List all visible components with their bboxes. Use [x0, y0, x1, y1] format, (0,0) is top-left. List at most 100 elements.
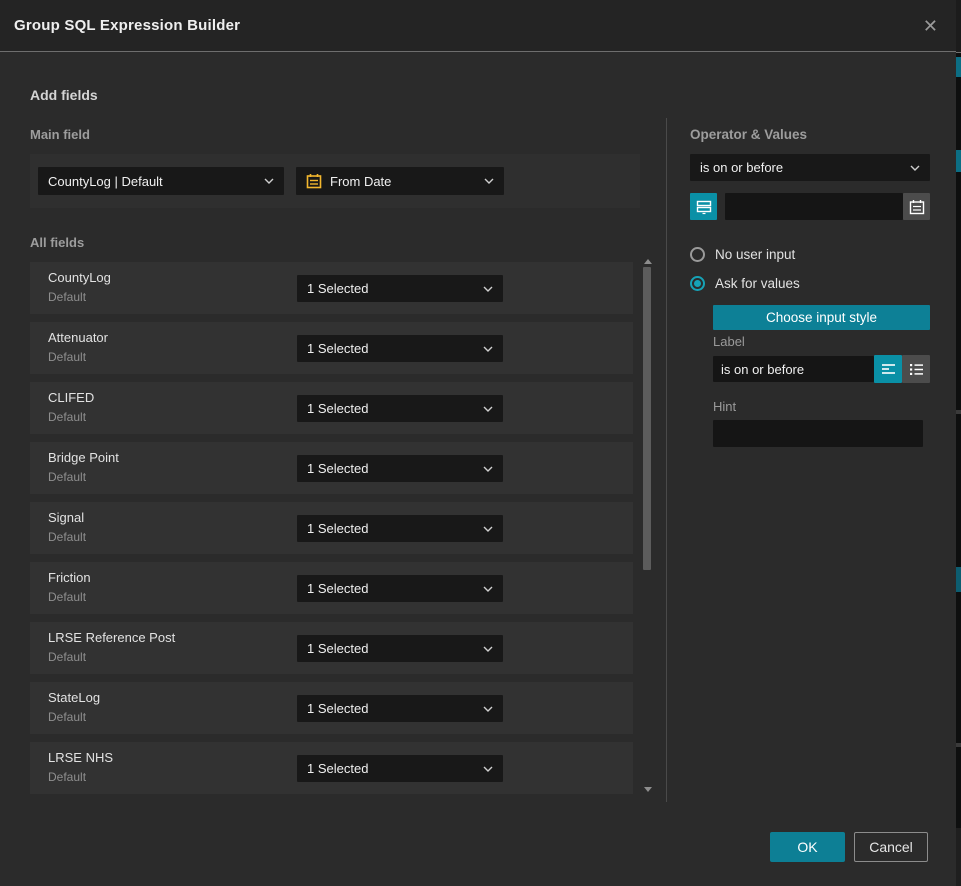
chevron-down-icon: [483, 766, 493, 772]
calendar-icon: [306, 173, 322, 189]
field-row: LRSE Reference Post Default 1 Selected: [30, 622, 633, 674]
operator-select[interactable]: is on or before: [690, 154, 930, 181]
cancel-button[interactable]: Cancel: [854, 832, 928, 862]
field-values-select[interactable]: 1 Selected: [297, 395, 503, 422]
field-name: LRSE NHS: [48, 750, 113, 765]
calendar-icon: [909, 199, 925, 215]
main-field-row: CountyLog | Default From Date: [30, 154, 640, 208]
field-name: Signal: [48, 510, 84, 525]
value-input[interactable]: [725, 193, 903, 220]
align-left-icon: [881, 363, 896, 376]
field-values-select[interactable]: 1 Selected: [297, 275, 503, 302]
field-values-select-value: 1 Selected: [307, 281, 368, 296]
field-values-select-value: 1 Selected: [307, 341, 368, 356]
field-subtitle: Default: [48, 650, 86, 664]
field-values-select-value: 1 Selected: [307, 521, 368, 536]
field-values-select[interactable]: 1 Selected: [297, 335, 503, 362]
main-field-select[interactable]: From Date: [296, 167, 504, 195]
label-field-label: Label: [713, 334, 745, 349]
main-field-heading: Main field: [30, 127, 90, 142]
field-subtitle: Default: [48, 350, 86, 364]
chevron-down-icon: [483, 706, 493, 712]
ok-button[interactable]: OK: [770, 832, 845, 862]
field-values-select[interactable]: 1 Selected: [297, 635, 503, 662]
field-name: Bridge Point: [48, 450, 119, 465]
field-values-select[interactable]: 1 Selected: [297, 515, 503, 542]
main-field-select-value: From Date: [330, 174, 391, 189]
field-subtitle: Default: [48, 590, 86, 604]
dialog-header: Group SQL Expression Builder ✕: [0, 0, 956, 52]
radio-no-user-input[interactable]: No user input: [690, 244, 795, 264]
field-subtitle: Default: [48, 770, 86, 784]
chevron-down-icon: [483, 526, 493, 532]
field-name: CLIFED: [48, 390, 94, 405]
chevron-down-icon: [264, 178, 274, 184]
operator-select-value: is on or before: [700, 160, 783, 175]
chevron-down-icon: [910, 165, 920, 171]
choose-input-style-button[interactable]: Choose input style: [713, 305, 930, 330]
radio-circle: [690, 247, 705, 262]
background-edge-strip: [956, 0, 961, 886]
field-name: LRSE Reference Post: [48, 630, 175, 645]
field-subtitle: Default: [48, 470, 86, 484]
field-row: Bridge Point Default 1 Selected: [30, 442, 633, 494]
field-subtitle: Default: [48, 710, 86, 724]
field-subtitle: Default: [48, 290, 86, 304]
date-picker-button[interactable]: [903, 193, 930, 220]
field-row: Friction Default 1 Selected: [30, 562, 633, 614]
single-line-style-button[interactable]: [874, 355, 902, 383]
field-row: LRSE NHS Default 1 Selected: [30, 742, 633, 794]
field-values-select[interactable]: 1 Selected: [297, 755, 503, 782]
field-name: Friction: [48, 570, 91, 585]
field-values-select-value: 1 Selected: [307, 761, 368, 776]
list-style-button[interactable]: [902, 355, 930, 383]
field-values-select-value: 1 Selected: [307, 401, 368, 416]
chevron-down-icon: [483, 346, 493, 352]
field-values-select-value: 1 Selected: [307, 461, 368, 476]
list-scrollbar[interactable]: [642, 257, 654, 797]
radio-ask-for-values[interactable]: Ask for values: [690, 273, 800, 293]
scroll-down-icon[interactable]: [644, 787, 652, 792]
radio-label: Ask for values: [715, 276, 800, 291]
panel-divider: [666, 118, 667, 802]
operator-values-heading: Operator & Values: [690, 127, 807, 142]
field-name: Attenuator: [48, 330, 108, 345]
field-row: Signal Default 1 Selected: [30, 502, 633, 554]
all-fields-list: CountyLog Default 1 Selected Attenuator …: [30, 262, 633, 802]
hint-input[interactable]: [713, 420, 923, 447]
field-subtitle: Default: [48, 410, 86, 424]
select-from-list-button[interactable]: [690, 193, 717, 220]
stacked-rows-icon: [696, 199, 712, 215]
scrollbar-thumb[interactable]: [643, 267, 651, 570]
hint-field-label: Hint: [713, 399, 736, 414]
main-layer-select[interactable]: CountyLog | Default: [38, 167, 284, 195]
dialog-title: Group SQL Expression Builder: [14, 17, 240, 34]
add-fields-heading: Add fields: [30, 87, 98, 103]
close-icon[interactable]: ✕: [923, 17, 938, 35]
field-row: CLIFED Default 1 Selected: [30, 382, 633, 434]
group-sql-expression-builder-dialog: Group SQL Expression Builder ✕ Add field…: [0, 0, 961, 886]
radio-circle: [690, 276, 705, 291]
field-values-select[interactable]: 1 Selected: [297, 455, 503, 482]
field-row: CountyLog Default 1 Selected: [30, 262, 633, 314]
field-values-select[interactable]: 1 Selected: [297, 695, 503, 722]
main-layer-select-value: CountyLog | Default: [48, 174, 163, 189]
chevron-down-icon: [483, 466, 493, 472]
scroll-up-icon[interactable]: [644, 259, 652, 264]
chevron-down-icon: [483, 286, 493, 292]
all-fields-heading: All fields: [30, 235, 84, 250]
field-name: StateLog: [48, 690, 100, 705]
field-row: Attenuator Default 1 Selected: [30, 322, 633, 374]
bulleted-list-icon: [909, 363, 924, 376]
field-values-select-value: 1 Selected: [307, 641, 368, 656]
chevron-down-icon: [484, 178, 494, 184]
field-name: CountyLog: [48, 270, 111, 285]
field-values-select[interactable]: 1 Selected: [297, 575, 503, 602]
field-values-select-value: 1 Selected: [307, 581, 368, 596]
field-values-select-value: 1 Selected: [307, 701, 368, 716]
chevron-down-icon: [483, 406, 493, 412]
field-subtitle: Default: [48, 530, 86, 544]
field-row: StateLog Default 1 Selected: [30, 682, 633, 734]
label-input[interactable]: [713, 356, 874, 382]
chevron-down-icon: [483, 586, 493, 592]
